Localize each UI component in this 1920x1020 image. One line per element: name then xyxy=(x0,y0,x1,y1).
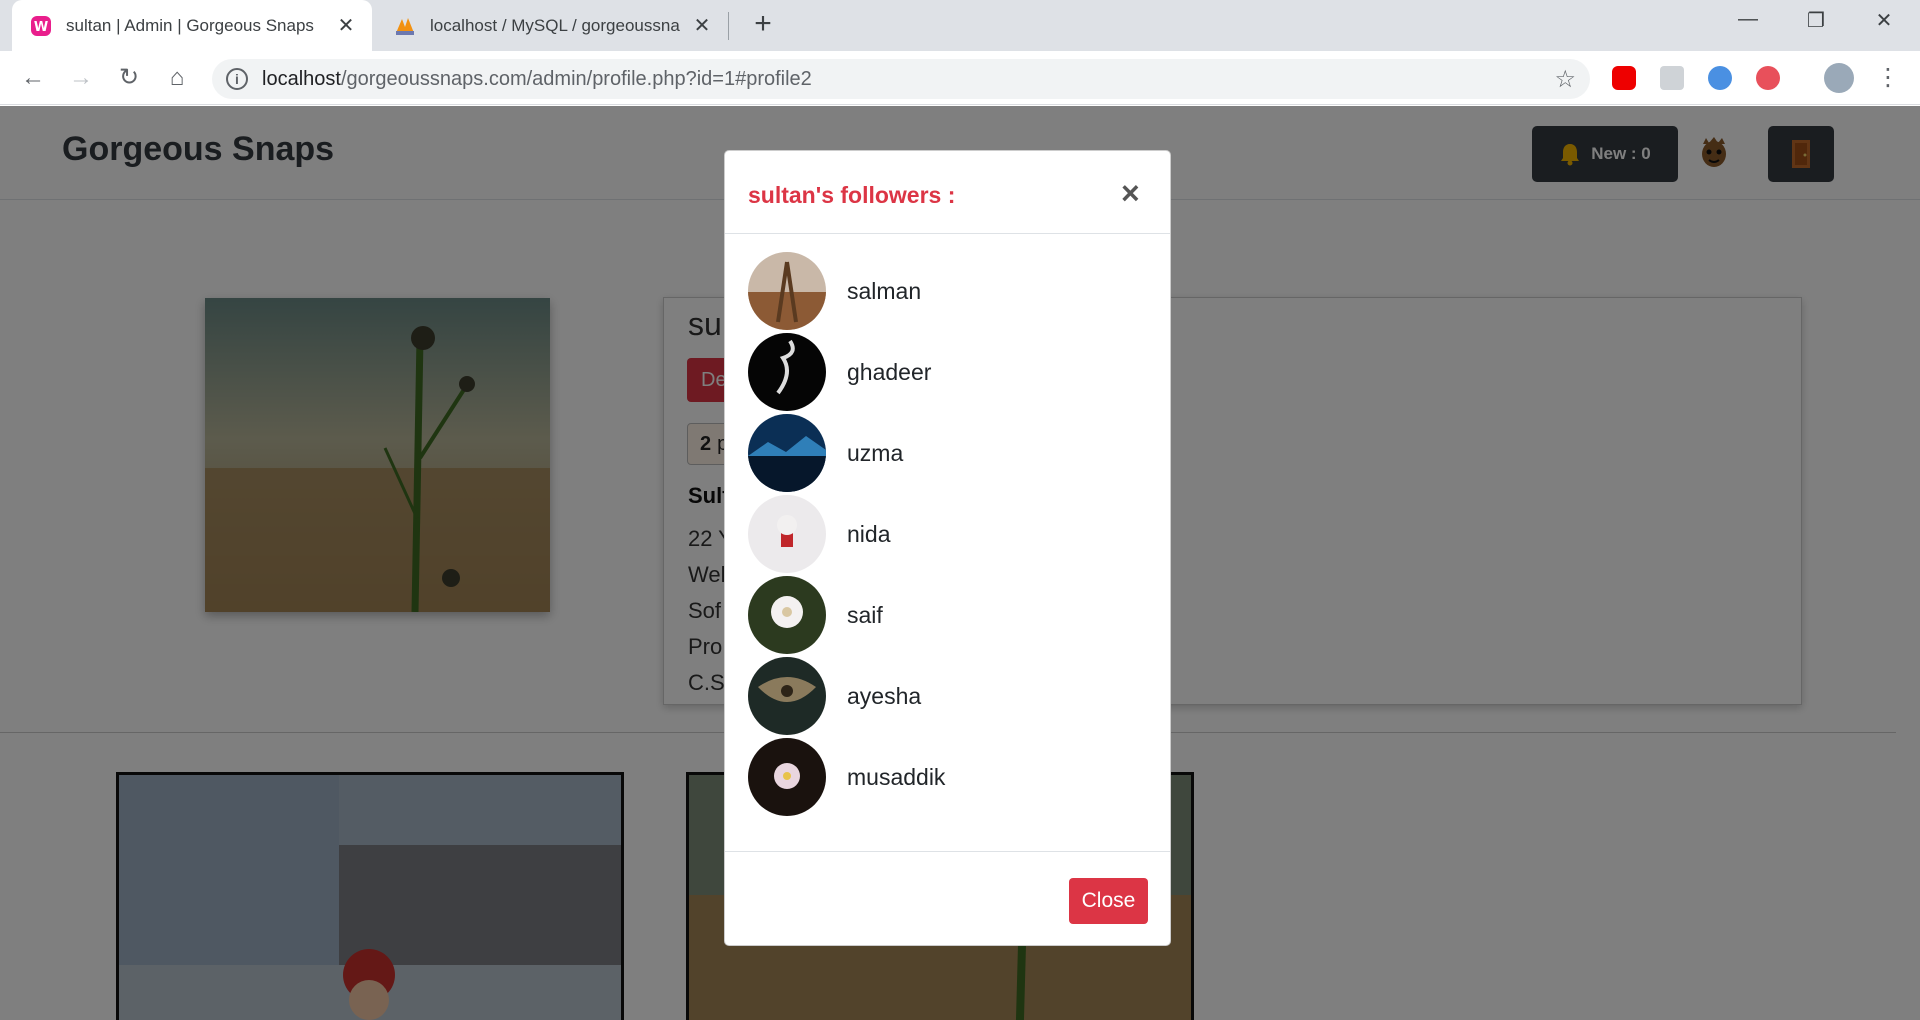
profile-avatar-icon[interactable] xyxy=(1824,63,1854,93)
modal-title: sultan's followers : xyxy=(748,182,956,208)
wamp-icon: W xyxy=(31,15,51,36)
reload-icon[interactable]: ↻ xyxy=(112,61,146,95)
follower-item[interactable]: ayesha xyxy=(748,657,1148,735)
url-host: localhost xyxy=(262,68,341,90)
cube-extension-icon[interactable] xyxy=(1660,66,1684,90)
close-button[interactable]: Close xyxy=(1069,878,1148,924)
follower-avatar[interactable] xyxy=(748,576,826,654)
follower-name[interactable]: saif xyxy=(847,602,883,629)
url-path: /gorgeoussnaps.com/admin/profile.php?id=… xyxy=(340,68,812,90)
follower-avatar[interactable] xyxy=(748,333,826,411)
url-text[interactable]: localhost/gorgeoussnaps.com/admin/profil… xyxy=(262,68,812,91)
follower-avatar[interactable] xyxy=(748,414,826,492)
shield-extension-icon[interactable] xyxy=(1756,66,1780,90)
back-arrow-icon[interactable]: ← xyxy=(16,61,50,95)
follower-item[interactable]: musaddik xyxy=(748,738,1148,816)
modal-footer: Close xyxy=(725,851,1170,947)
kebab-menu-icon[interactable]: ⋮ xyxy=(1876,63,1900,92)
info-icon[interactable]: i xyxy=(226,68,248,90)
svg-text:W: W xyxy=(34,20,48,35)
tab-close-icon[interactable]: ✕ xyxy=(692,13,712,38)
modal-header: sultan's followers : × xyxy=(725,151,1170,234)
follower-name[interactable]: uzma xyxy=(847,440,903,467)
tab-title: localhost / MySQL / gorgeoussna xyxy=(430,15,680,35)
follower-name[interactable]: nida xyxy=(847,521,890,548)
restore-button[interactable]: ❐ xyxy=(1796,8,1836,38)
window-close-button[interactable]: ✕ xyxy=(1864,8,1904,38)
tab-close-icon[interactable]: ✕ xyxy=(336,13,356,38)
minimize-button[interactable]: — xyxy=(1728,8,1768,38)
follower-item[interactable]: saif xyxy=(748,576,1148,654)
adblock-extension-icon[interactable] xyxy=(1612,66,1636,90)
address-bar[interactable]: i localhost/gorgeoussnaps.com/admin/prof… xyxy=(212,59,1590,99)
follower-name[interactable]: ayesha xyxy=(847,683,921,710)
bookmark-star-icon[interactable]: ☆ xyxy=(1554,65,1576,94)
browser-tab-strip: W sultan | Admin | Gorgeous Snaps ✕ loca… xyxy=(0,0,1920,51)
follower-avatar[interactable] xyxy=(748,495,826,573)
tab-phpmyadmin[interactable]: localhost / MySQL / gorgeoussna ✕ xyxy=(376,0,728,51)
browser-toolbar: ← → ↻ ⌂ i localhost/gorgeoussnaps.com/ad… xyxy=(0,51,1920,105)
follower-name[interactable]: musaddik xyxy=(847,764,945,791)
follower-item[interactable]: salman xyxy=(748,252,1148,330)
follower-avatar[interactable] xyxy=(748,252,826,330)
followers-modal: sultan's followers : × salman ghadeer uz… xyxy=(724,150,1171,946)
new-tab-button[interactable]: + xyxy=(748,9,778,40)
close-icon[interactable]: × xyxy=(1121,177,1140,209)
follower-name[interactable]: salman xyxy=(847,278,921,305)
follower-item[interactable]: uzma xyxy=(748,414,1148,492)
follower-avatar[interactable] xyxy=(748,738,826,816)
follower-item[interactable]: nida xyxy=(748,495,1148,573)
tab-admin-profile[interactable]: W sultan | Admin | Gorgeous Snaps ✕ xyxy=(12,0,372,51)
home-icon[interactable]: ⌂ xyxy=(160,61,194,95)
forward-arrow-icon[interactable]: → xyxy=(64,61,98,95)
follower-item[interactable]: ghadeer xyxy=(748,333,1148,411)
tab-separator xyxy=(728,12,729,40)
follower-avatar[interactable] xyxy=(748,657,826,735)
tab-title: sultan | Admin | Gorgeous Snaps xyxy=(66,15,314,35)
phpmyadmin-icon xyxy=(396,17,414,35)
follower-name[interactable]: ghadeer xyxy=(847,359,931,386)
globe-extension-icon[interactable] xyxy=(1708,66,1732,90)
